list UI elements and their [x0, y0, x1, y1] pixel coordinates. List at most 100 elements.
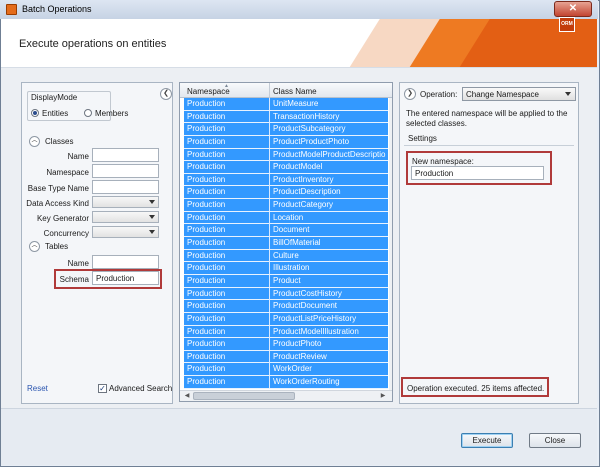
schema-label: Schema — [59, 275, 89, 284]
operation-select[interactable]: Change Namespace — [462, 87, 576, 101]
key-generator-select[interactable] — [92, 211, 159, 223]
operation-label: Operation: — [420, 90, 458, 99]
grid-horizontal-scrollbar[interactable]: ◀ ▶ — [180, 390, 392, 401]
class-name-cell: Culture — [273, 250, 299, 260]
cell-divider — [269, 312, 270, 325]
reset-link[interactable]: Reset — [27, 384, 48, 393]
namespace-cell: Production — [187, 225, 226, 235]
column-header-namespace[interactable]: Namespace — [187, 87, 230, 96]
scroll-thumb[interactable] — [193, 392, 295, 400]
table-row[interactable]: Production Culture — [184, 249, 388, 263]
table-row[interactable]: Production ProductDescription — [184, 186, 388, 200]
namespace-cell: Production — [187, 250, 226, 260]
classes-section-label: Classes — [45, 137, 74, 146]
class-name-cell: BillOfMaterial — [273, 238, 321, 248]
cell-divider — [269, 199, 270, 212]
table-row[interactable]: Production UnitMeasure — [184, 98, 388, 111]
table-row[interactable]: Production ProductCostHistory — [184, 287, 388, 301]
class-name-cell: WorkOrderRouting — [273, 377, 340, 387]
table-row[interactable]: Production Location — [184, 211, 388, 225]
table-row[interactable]: Production ProductModelIllustration — [184, 325, 388, 339]
table-row[interactable]: Production ProductCategory — [184, 199, 388, 212]
table-row[interactable]: Production Illustration — [184, 262, 388, 275]
cell-divider — [269, 338, 270, 351]
expand-panel-icon[interactable]: ❯ — [404, 88, 416, 100]
cell-divider — [269, 123, 270, 136]
entities-radio[interactable] — [31, 109, 39, 117]
collapse-tables-icon[interactable]: ︿ — [29, 241, 40, 252]
entities-radio-label: Entities — [42, 109, 69, 118]
namespace-cell: Production — [187, 136, 226, 146]
namespace-cell: Production — [187, 99, 226, 108]
namespace-cell: Production — [187, 263, 226, 273]
table-row[interactable]: Production WorkOrderRouting — [184, 376, 388, 389]
namespace-cell: Production — [187, 212, 226, 222]
chevron-down-icon — [565, 92, 571, 96]
operation-select-value: Change Namespace — [466, 90, 539, 99]
grid-header: ▲ Namespace Class Name — [180, 83, 392, 98]
table-row[interactable]: Production WorkOrder — [184, 363, 388, 377]
column-header-class-name[interactable]: Class Name — [273, 87, 317, 96]
namespace-cell: Production — [187, 301, 226, 311]
window-close-button[interactable]: ✕ — [554, 1, 592, 17]
table-row[interactable]: Production ProductDocument — [184, 300, 388, 313]
window-title: Batch Operations — [22, 4, 92, 14]
namespace-cell: Production — [187, 200, 226, 210]
namespace-cell: Production — [187, 174, 226, 184]
advanced-search-checkbox[interactable]: ✓ — [98, 384, 107, 393]
table-row[interactable]: Production ProductReview — [184, 350, 388, 364]
namespace-cell: Production — [187, 351, 226, 361]
class-name-cell: ProductDocument — [273, 301, 338, 311]
entities-grid[interactable]: ▲ Namespace Class Name Production UnitMea… — [179, 82, 393, 402]
table-row[interactable]: Production ProductModelProductDescriptio — [184, 148, 388, 162]
cell-divider — [269, 186, 270, 199]
chevron-down-icon — [149, 230, 155, 234]
base-type-name-label: Base Type Name — [27, 184, 89, 193]
base-type-name-input[interactable] — [92, 180, 159, 194]
class-name-cell: ProductModel — [273, 162, 323, 172]
table-row[interactable]: Production TransactionHistory — [184, 110, 388, 124]
table-name-input[interactable] — [92, 255, 159, 269]
table-row[interactable]: Production ProductPhoto — [184, 338, 388, 351]
chevron-down-icon — [149, 215, 155, 219]
cell-divider — [269, 363, 270, 376]
column-divider — [269, 83, 270, 98]
orm-logo-icon: ORM — [559, 17, 575, 32]
grid-vertical-scrollbar[interactable] — [389, 98, 392, 395]
data-access-kind-select[interactable] — [92, 196, 159, 208]
close-button[interactable]: Close — [529, 433, 581, 448]
execute-button[interactable]: Execute — [461, 433, 513, 448]
status-message: Operation executed. 25 items affected. — [407, 384, 545, 393]
table-row[interactable]: Production ProductListPriceHistory — [184, 312, 388, 326]
members-radio[interactable] — [84, 109, 92, 117]
table-row[interactable]: Production ProductSubcategory — [184, 123, 388, 136]
schema-input[interactable]: Production — [92, 271, 159, 285]
class-name-cell: UnitMeasure — [273, 99, 319, 108]
display-mode-label: DisplayMode — [31, 93, 78, 102]
namespace-input[interactable] — [92, 164, 159, 178]
operation-panel — [399, 82, 579, 404]
advanced-search-label: Advanced Search — [109, 384, 173, 393]
table-row[interactable]: Production Document — [184, 224, 388, 238]
scroll-left-icon[interactable]: ◀ — [182, 392, 192, 400]
settings-label: Settings — [408, 134, 437, 143]
cell-divider — [269, 249, 270, 262]
table-row[interactable]: Production BillOfMaterial — [184, 237, 388, 250]
class-name-cell: TransactionHistory — [273, 111, 340, 121]
cell-divider — [269, 274, 270, 287]
table-row[interactable]: Production ProductModel — [184, 161, 388, 174]
table-row[interactable]: Production ProductProductPhoto — [184, 135, 388, 149]
title-bar: Batch Operations ✕ — [0, 0, 598, 19]
collapse-classes-icon[interactable]: ︿ — [29, 136, 40, 147]
table-row[interactable]: Production Product — [184, 274, 388, 288]
class-name-cell: ProductSubcategory — [273, 124, 346, 134]
tables-section-label: Tables — [45, 242, 69, 251]
class-name-input[interactable] — [92, 148, 159, 162]
new-namespace-input[interactable]: Production — [411, 166, 544, 180]
table-row[interactable]: Production ProductInventory — [184, 173, 388, 187]
concurrency-select[interactable] — [92, 226, 159, 238]
scroll-right-icon[interactable]: ▶ — [378, 392, 388, 400]
namespace-cell: Production — [187, 238, 226, 248]
namespace-cell: Production — [187, 326, 226, 336]
collapse-panel-icon[interactable]: ❮ — [160, 88, 172, 100]
